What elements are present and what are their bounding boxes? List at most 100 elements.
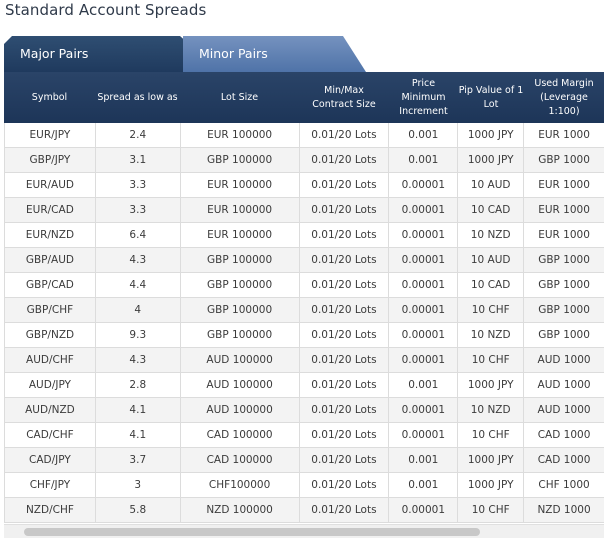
cell-pip-value: 1000 JPY <box>458 123 525 147</box>
cell-pip-value: 10 CHF <box>458 348 525 372</box>
cell-spread: 4.3 <box>96 248 181 272</box>
cell-lot-size: GBP 100000 <box>181 148 300 172</box>
cell-lot-size: EUR 100000 <box>181 123 300 147</box>
cell-price-increment: 0.00001 <box>389 323 459 347</box>
cell-lot-size: NZD 100000 <box>181 498 300 522</box>
cell-price-increment: 0.00001 <box>389 298 459 322</box>
cell-lot-size: GBP 100000 <box>181 248 300 272</box>
cell-spread: 3.3 <box>96 173 181 197</box>
cell-spread: 4 <box>96 298 181 322</box>
tab-minor-pairs[interactable]: Minor Pairs <box>183 36 366 72</box>
cell-pip-value: 10 NZD <box>458 398 525 422</box>
cell-pip-value: 10 CAD <box>458 273 525 297</box>
cell-symbol: EUR/NZD <box>5 223 96 247</box>
table-row: AUD/CHF 4.3 AUD 100000 0.01/20 Lots 0.00001 1… <box>5 348 604 373</box>
table-row: EUR/JPY 2.4 EUR 100000 0.01/20 Lots 0.001 100… <box>5 123 604 148</box>
table-row: EUR/AUD 3.3 EUR 100000 0.01/20 Lots 0.00001 1… <box>5 173 604 198</box>
cell-price-increment: 0.00001 <box>389 398 459 422</box>
cell-used-margin: AUD 1000 <box>537 379 591 391</box>
cell-used-margin: GBP 1000 <box>538 279 590 291</box>
cell-lot-size: EUR 100000 <box>181 173 300 197</box>
cell-symbol: GBP/NZD <box>5 323 96 347</box>
table-row: GBP/NZD 9.3 GBP 100000 0.01/20 Lots 0.00001 1… <box>5 323 604 348</box>
cell-used-margin: CAD 1000 <box>537 429 591 441</box>
cell-spread: 3.7 <box>96 448 181 472</box>
table-row: AUD/NZD 4.1 AUD 100000 0.01/20 Lots 0.00001 1… <box>5 398 604 423</box>
cell-pip-value: 1000 JPY <box>458 148 525 172</box>
cell-price-increment: 0.00001 <box>389 173 459 197</box>
cell-symbol: GBP/CAD <box>5 273 96 297</box>
cell-contract-size: 0.01/20 Lots <box>300 248 390 272</box>
table-row: AUD/JPY 2.8 AUD 100000 0.01/20 Lots 0.001 100… <box>5 373 604 398</box>
table-row: GBP/CAD 4.4 GBP 100000 0.01/20 Lots 0.00001 1… <box>5 273 604 298</box>
tab-major-pairs[interactable]: Major Pairs <box>4 36 189 72</box>
cell-symbol: CAD/CHF <box>5 423 96 447</box>
cell-contract-size: 0.01/20 Lots <box>300 398 390 422</box>
cell-price-increment: 0.00001 <box>389 223 459 247</box>
header-lot-size: Lot Size <box>220 91 259 103</box>
cell-contract-size: 0.01/20 Lots <box>300 273 390 297</box>
cell-symbol: AUD/CHF <box>5 348 96 372</box>
cell-lot-size: GBP 100000 <box>181 323 300 347</box>
cell-lot-size: GBP 100000 <box>181 298 300 322</box>
cell-spread: 9.3 <box>96 323 181 347</box>
cell-symbol: GBP/CHF <box>5 298 96 322</box>
cell-price-increment: 0.001 <box>389 148 459 172</box>
cell-pip-value: 10 NZD <box>458 223 525 247</box>
cell-used-margin: EUR 1000 <box>538 229 590 241</box>
cell-pip-value: 10 CHF <box>458 298 525 322</box>
cell-symbol: EUR/JPY <box>5 123 96 147</box>
cell-pip-value: 10 AUD <box>458 173 525 197</box>
table-row: CAD/JPY 3.7 CAD 100000 0.01/20 Lots 0.001 100… <box>5 448 604 473</box>
table-row: CAD/CHF 4.1 CAD 100000 0.01/20 Lots 0.00001 1… <box>5 423 604 448</box>
cell-lot-size: EUR 100000 <box>181 223 300 247</box>
header-contract-size: Min/Max Contract Size <box>312 84 376 110</box>
cell-pip-value: 1000 JPY <box>458 473 525 497</box>
cell-lot-size: CHF100000 <box>181 473 300 497</box>
cell-spread: 6.4 <box>96 223 181 247</box>
cell-used-margin: GBP 1000 <box>538 304 590 316</box>
horizontal-scrollbar[interactable] <box>4 524 604 538</box>
cell-lot-size: AUD 100000 <box>181 373 300 397</box>
cell-used-margin: CAD 1000 <box>537 454 591 466</box>
cell-contract-size: 0.01/20 Lots <box>300 223 390 247</box>
cell-used-margin: EUR 1000 <box>538 129 590 141</box>
cell-used-margin: EUR 1000 <box>538 204 590 216</box>
cell-lot-size: CAD 100000 <box>181 423 300 447</box>
cell-lot-size: GBP 100000 <box>181 273 300 297</box>
scrollbar-thumb[interactable] <box>24 528 480 536</box>
cell-contract-size: 0.01/20 Lots <box>300 498 390 522</box>
cell-symbol: AUD/JPY <box>5 373 96 397</box>
cell-contract-size: 0.01/20 Lots <box>300 448 390 472</box>
cell-spread: 4.3 <box>96 348 181 372</box>
cell-price-increment: 0.00001 <box>389 248 459 272</box>
cell-pip-value: 10 CHF <box>458 498 525 522</box>
header-price-increment: Price Minimum Increment <box>399 77 448 117</box>
cell-price-increment: 0.00001 <box>389 498 459 522</box>
cell-contract-size: 0.01/20 Lots <box>300 123 390 147</box>
cell-pip-value: 10 CAD <box>458 198 525 222</box>
header-spread: Spread as low as <box>97 91 178 103</box>
cell-price-increment: 0.00001 <box>389 273 459 297</box>
cell-symbol: CHF/JPY <box>5 473 96 497</box>
cell-contract-size: 0.01/20 Lots <box>300 323 390 347</box>
header-used-margin: Used Margin (Leverage 1:100) <box>534 77 594 117</box>
cell-symbol: AUD/NZD <box>5 398 96 422</box>
table-row: EUR/CAD 3.3 EUR 100000 0.01/20 Lots 0.00001 1… <box>5 198 604 223</box>
cell-spread: 3.1 <box>96 148 181 172</box>
header-symbol: Symbol <box>31 91 68 103</box>
header-pip-value: Pip Value of 1 Lot <box>458 84 524 110</box>
cell-spread: 5.8 <box>96 498 181 522</box>
table-row: EUR/NZD 6.4 EUR 100000 0.01/20 Lots 0.00001 1… <box>5 223 604 248</box>
cell-price-increment: 0.001 <box>389 473 459 497</box>
cell-symbol: CAD/JPY <box>5 448 96 472</box>
cell-symbol: NZD/CHF <box>5 498 96 522</box>
cell-used-margin: GBP 1000 <box>538 329 590 341</box>
cell-spread: 4.4 <box>96 273 181 297</box>
cell-used-margin: CHF 1000 <box>538 479 590 491</box>
cell-price-increment: 0.00001 <box>389 198 459 222</box>
cell-spread: 4.1 <box>96 423 181 447</box>
table-row: GBP/AUD 4.3 GBP 100000 0.01/20 Lots 0.00001 1… <box>5 248 604 273</box>
cell-symbol: GBP/AUD <box>5 248 96 272</box>
page-title: Standard Account Spreads <box>5 1 207 19</box>
